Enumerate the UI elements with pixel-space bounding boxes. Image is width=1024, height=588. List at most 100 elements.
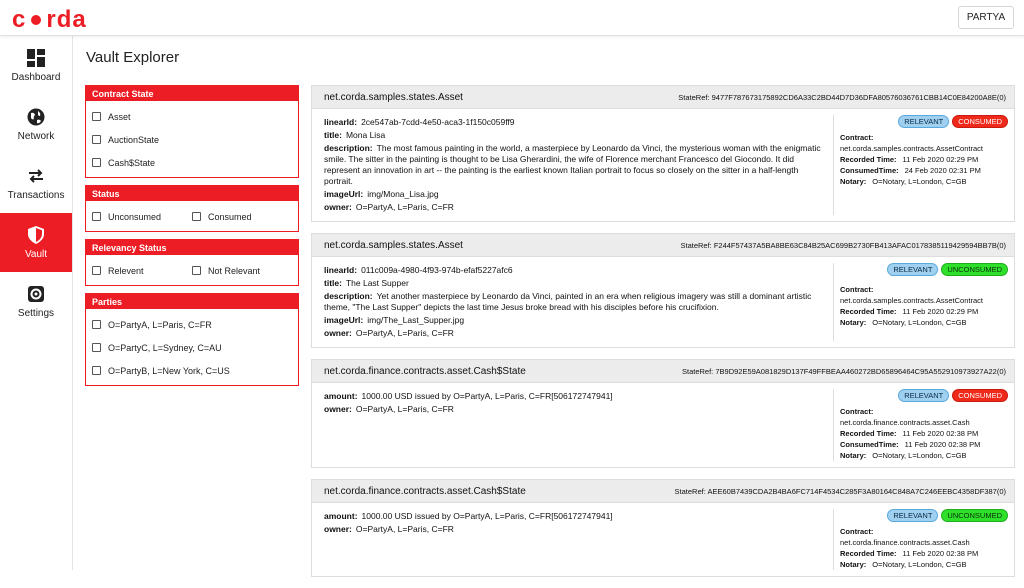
field-label: Contract: <box>840 133 874 142</box>
field-label: owner: <box>324 202 352 212</box>
filter-option-auctionstate[interactable]: AuctionState <box>92 128 292 151</box>
filter-option-party[interactable]: O=PartyB, L=New York, C=US <box>92 359 292 382</box>
relevant-badge: RELEVANT <box>887 509 939 522</box>
status-badge: CONSUMED <box>952 389 1008 402</box>
field-label: title: <box>324 130 342 140</box>
filter-option-relevant[interactable]: Relevent <box>92 266 192 276</box>
filter-option-asset[interactable]: Asset <box>92 105 292 128</box>
sidebar-item-settings[interactable]: Settings <box>0 272 72 331</box>
description-value: The most famous painting in the world, a… <box>324 143 821 186</box>
field-label: linearId: <box>324 265 358 275</box>
checkbox[interactable] <box>92 266 101 275</box>
corda-logo[interactable]: c rda <box>12 6 87 34</box>
filter-option-label: Relevent <box>108 265 144 276</box>
sidebar-item-label: Settings <box>17 307 55 319</box>
filter-option-party[interactable]: O=PartyC, L=Sydney, C=AU <box>92 336 292 359</box>
checkbox[interactable] <box>92 158 101 167</box>
parties-filter: Parties O=PartyA, L=Paris, C=FR O=PartyC… <box>85 293 299 386</box>
state-card[interactable]: net.corda.finance.contracts.asset.Cash$S… <box>311 359 1015 468</box>
consumed-time-value: 11 Feb 2020 02:38 PM <box>904 440 981 449</box>
state-type: net.corda.finance.contracts.asset.Cash$S… <box>324 365 526 377</box>
notary-value: O=Notary, L=London, C=GB <box>872 177 967 186</box>
linear-id-value: 011c009a-4980-4f93-974b-efaf5227afc6 <box>361 265 513 275</box>
checkbox[interactable] <box>192 212 201 221</box>
status-badge: CONSUMED <box>952 115 1008 128</box>
contract-value: net.corda.samples.contracts.AssetContrac… <box>840 296 983 305</box>
status-filter: Status Unconsumed Consumed <box>85 185 299 232</box>
field-label: Notary: <box>840 318 867 327</box>
filter-option-label: AuctionState <box>108 134 160 145</box>
checkbox[interactable] <box>92 212 101 221</box>
field-label: Recorded Time: <box>840 549 897 558</box>
checkbox[interactable] <box>92 320 101 329</box>
filter-option-not-relevant[interactable]: Not Relevant <box>192 266 292 276</box>
field-label: owner: <box>324 404 352 414</box>
transfer-arrows-icon <box>29 168 43 183</box>
field-label: Notary: <box>840 451 867 460</box>
filter-option-label: Asset <box>108 111 131 122</box>
consumed-time-value: 24 Feb 2020 02:31 PM <box>904 166 981 175</box>
sidebar-item-label: Vault <box>24 248 48 260</box>
state-type: net.corda.finance.contracts.asset.Cash$S… <box>324 485 526 497</box>
sidebar-item-transactions[interactable]: Transactions <box>0 154 72 213</box>
filter-option-label: Not Relevant <box>208 265 261 276</box>
sidebar-item-network[interactable]: Network <box>0 95 72 154</box>
amount-value: 1000.00 USD issued by O=PartyA, L=Paris,… <box>361 511 613 521</box>
sidebar-item-dashboard[interactable]: Dashboard <box>0 36 72 95</box>
relevant-badge: RELEVANT <box>898 389 950 402</box>
field-label: Recorded Time: <box>840 307 897 316</box>
top-bar: c rda PARTYA <box>0 0 1024 36</box>
filters-panel: Contract State Asset AuctionState Cash$S… <box>85 85 299 393</box>
checkbox[interactable] <box>92 135 101 144</box>
field-label: Notary: <box>840 177 867 186</box>
relevant-badge: RELEVANT <box>887 263 939 276</box>
sidebar: Dashboard Network Transactions Vault Set… <box>0 36 73 570</box>
party-button[interactable]: PARTYA <box>958 6 1014 29</box>
field-label: description: <box>324 143 373 153</box>
title-value: The Last Supper <box>345 278 409 288</box>
state-type: net.corda.samples.states.Asset <box>324 91 463 103</box>
state-card[interactable]: net.corda.samples.states.Asset StateRef:… <box>311 233 1015 348</box>
linear-id-value: 2ce547ab-7cdd-4e50-aca3-1f150c059ff9 <box>361 117 515 127</box>
state-cards: net.corda.samples.states.Asset StateRef:… <box>311 85 1015 588</box>
checkbox[interactable] <box>92 112 101 121</box>
contract-state-filter: Contract State Asset AuctionState Cash$S… <box>85 85 299 178</box>
status-badge: UNCONSUMED <box>941 263 1008 276</box>
field-label: amount: <box>324 511 358 521</box>
checkbox[interactable] <box>92 343 101 352</box>
relevancy-filter: Relevancy Status Relevent Not Relevant <box>85 239 299 286</box>
checkbox[interactable] <box>92 366 101 375</box>
filter-option-unconsumed[interactable]: Unconsumed <box>92 212 192 222</box>
filter-option-party[interactable]: O=PartyA, L=Paris, C=FR <box>92 313 292 336</box>
state-ref: StateRef: F244F57437A5BA8BE63C84B25AC699… <box>680 240 1006 250</box>
state-type: net.corda.samples.states.Asset <box>324 239 463 251</box>
owner-value: O=PartyA, L=Paris, C=FR <box>355 524 454 534</box>
notary-value: O=Notary, L=London, C=GB <box>872 318 967 327</box>
notary-value: O=Notary, L=London, C=GB <box>872 560 967 569</box>
notary-value: O=Notary, L=London, C=GB <box>872 451 967 460</box>
state-card[interactable]: net.corda.finance.contracts.asset.Cash$S… <box>311 479 1015 577</box>
globe-icon <box>27 108 45 125</box>
field-label: linearId: <box>324 117 358 127</box>
field-label: Recorded Time: <box>840 429 897 438</box>
filter-heading: Status <box>86 186 298 201</box>
filter-option-label: O=PartyB, L=New York, C=US <box>108 365 230 376</box>
filter-heading: Relevancy Status <box>86 240 298 255</box>
field-label: ConsumedTime: <box>840 440 899 449</box>
filter-option-cash-state[interactable]: Cash$State <box>92 151 292 174</box>
state-ref: StateRef: 9477F787673175892CD6A33C2BD44D… <box>678 92 1006 102</box>
dashboard-icon <box>27 48 45 67</box>
logo-dot-icon <box>31 15 42 25</box>
field-label: description: <box>324 291 373 301</box>
filter-option-consumed[interactable]: Consumed <box>192 212 292 222</box>
field-label: Notary: <box>840 560 867 569</box>
filter-heading: Parties <box>86 294 298 309</box>
state-card[interactable]: net.corda.samples.states.Asset StateRef:… <box>311 85 1015 222</box>
status-badge: UNCONSUMED <box>941 509 1008 522</box>
filter-option-label: Consumed <box>208 211 252 222</box>
sidebar-item-vault[interactable]: Vault <box>0 213 72 272</box>
shield-icon <box>28 225 44 244</box>
field-label: owner: <box>324 328 352 338</box>
sidebar-item-label: Dashboard <box>11 71 61 83</box>
checkbox[interactable] <box>192 266 201 275</box>
